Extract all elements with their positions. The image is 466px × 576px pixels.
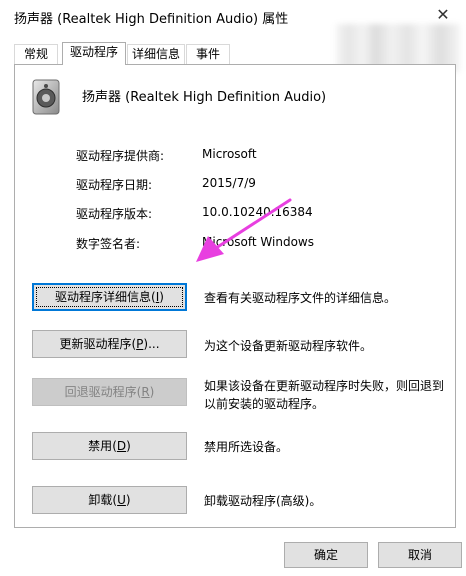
signer-label: 数字签名者: <box>76 237 141 251</box>
update-driver-description: 为这个设备更新驱动程序软件。 <box>204 339 373 353</box>
disable-device-description: 禁用所选设备。 <box>204 440 289 454</box>
tab-details[interactable]: 详细信息 <box>127 44 185 64</box>
window-title: 扬声器 (Realtek High Definition Audio) 属性 <box>14 12 289 27</box>
signer-value: Microsoft Windows <box>202 235 314 249</box>
disable-device-button[interactable]: 禁用(D) <box>32 432 187 460</box>
tab-events[interactable]: 事件 <box>186 44 230 64</box>
cancel-button[interactable]: 取消 <box>378 542 462 568</box>
provider-value: Microsoft <box>202 147 257 161</box>
device-name: 扬声器 (Realtek High Definition Audio) <box>82 90 327 105</box>
date-label: 驱动程序日期: <box>76 178 153 192</box>
ok-button[interactable]: 确定 <box>284 542 368 568</box>
rollback-driver-description: 如果该设备在更新驱动程序时失败，则回退到以前安装的驱动程序。 <box>204 379 445 411</box>
close-icon[interactable]: ✕ <box>430 4 456 26</box>
tab-general[interactable]: 常规 <box>14 44 58 64</box>
update-driver-button[interactable]: 更新驱动程序(P)... <box>32 330 187 358</box>
tab-driver[interactable]: 驱动程序 <box>62 42 126 65</box>
driver-details-description: 查看有关驱动程序文件的详细信息。 <box>204 291 397 305</box>
version-value: 10.0.10240.16384 <box>202 205 313 219</box>
rollback-driver-button: 回退驱动程序(R) <box>32 378 187 406</box>
speaker-icon <box>32 79 60 115</box>
uninstall-driver-description: 卸载驱动程序(高级)。 <box>204 494 322 508</box>
version-label: 驱动程序版本: <box>76 207 153 221</box>
date-value: 2015/7/9 <box>202 176 256 190</box>
driver-details-button[interactable]: 驱动程序详细信息(I) <box>32 283 187 311</box>
uninstall-driver-button[interactable]: 卸载(U) <box>32 486 187 514</box>
properties-dialog: 扬声器 (Realtek High Definition Audio) 属性 ✕… <box>0 0 466 576</box>
provider-label: 驱动程序提供商: <box>76 149 165 163</box>
